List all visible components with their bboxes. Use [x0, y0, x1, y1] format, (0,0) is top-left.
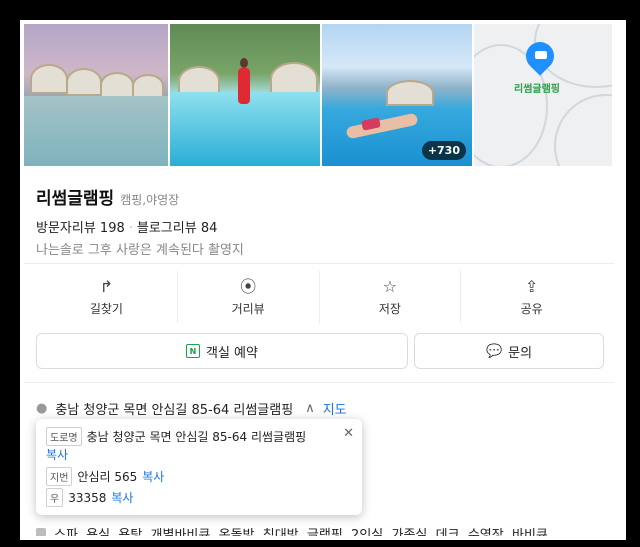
copy-zip-button[interactable]: 복사	[111, 489, 133, 506]
share-icon: ⇪	[524, 276, 539, 296]
place-description: 나는솔로 그후 사랑은 계속된다 촬영지	[36, 243, 244, 258]
address-row: ● 충남 청양군 목면 안심길 85-64 리썸글램핑 ∧ 지도	[36, 399, 347, 418]
naver-n-icon: N	[186, 344, 200, 358]
amenities-row: 스파, 욕실, 욕탕, 개별바비큐, 온돌방, 침대방, 글램핑, 2인실, 가…	[36, 524, 606, 540]
visitor-reviews-link[interactable]: 방문자리뷰 198	[36, 221, 125, 236]
streetview-icon: ⦿	[240, 276, 257, 296]
directions-icon: ↱	[99, 276, 114, 296]
photo-2[interactable]	[170, 24, 320, 166]
lot-address: 안심리 565	[77, 470, 138, 484]
road-address: 충남 청양군 목면 안심길 85-64 리썸글램핑	[86, 430, 307, 444]
mini-map[interactable]: 리썸글램핑	[474, 24, 612, 166]
divider	[24, 263, 614, 264]
photo-count-badge[interactable]: +730	[421, 141, 466, 160]
zip-tag: 우	[46, 488, 64, 507]
save-button[interactable]: ☆ 저장	[320, 271, 462, 323]
amenities-text: 스파, 욕실, 욕탕, 개별바비큐, 온돌방, 침대방, 글램핑, 2인실, 가…	[54, 528, 561, 540]
photo-3[interactable]: +730	[322, 24, 472, 166]
directions-button[interactable]: ↱ 길찾기	[36, 271, 178, 323]
address-summary[interactable]: 충남 청양군 목면 안심길 85-64 리썸글램핑	[55, 399, 293, 418]
copy-lot-address-button[interactable]: 복사	[142, 468, 164, 485]
room-reservation-button[interactable]: N 객실 예약	[36, 333, 408, 369]
address-popup: ✕ 도로명 충남 청양군 목면 안심길 85-64 리썸글램핑 복사 지번 안심…	[36, 419, 362, 515]
review-counts: 방문자리뷰 198 · 블로그리뷰 84	[36, 221, 218, 236]
title-row: 리썸글램핑 캠핑,야영장	[36, 184, 179, 209]
action-bar: ↱ 길찾기 ⦿ 거리뷰 ☆ 저장 ⇪ 공유	[36, 271, 602, 323]
place-title: 리썸글램핑	[36, 189, 115, 209]
place-category: 캠핑,야영장	[120, 193, 180, 207]
location-pin-icon: ●	[36, 401, 48, 416]
window-frame: +730 리썸글램핑 리썸글램핑 캠핑,야영장 방문자리뷰 198 · 블로그리뷰 …	[8, 8, 632, 540]
lot-address-tag: 지번	[46, 467, 73, 486]
chevron-up-icon[interactable]: ∧	[305, 401, 315, 416]
copy-road-address-button[interactable]: 복사	[46, 446, 68, 463]
photo-strip: +730 리썸글램핑	[24, 24, 614, 166]
inquiry-button[interactable]: 💬 문의	[414, 333, 604, 369]
zip-code: 33358	[68, 490, 107, 505]
chat-icon: 💬	[485, 343, 503, 359]
share-button[interactable]: ⇪ 공유	[461, 271, 602, 323]
road-address-tag: 도로명	[46, 427, 82, 446]
map-place-label: 리썸글램핑	[514, 84, 560, 95]
star-icon: ☆	[382, 276, 398, 296]
map-link[interactable]: 지도	[323, 399, 347, 418]
place-card: +730 리썸글램핑 리썸글램핑 캠핑,야영장 방문자리뷰 198 · 블로그리뷰 …	[24, 24, 614, 540]
close-icon[interactable]: ✕	[343, 426, 354, 441]
streetview-button[interactable]: ⦿ 거리뷰	[178, 271, 320, 323]
blog-reviews-link[interactable]: 블로그리뷰 84	[137, 221, 217, 236]
amenities-icon	[36, 528, 46, 536]
divider	[24, 382, 614, 383]
place-panel: +730 리썸글램핑 리썸글램핑 캠핑,야영장 방문자리뷰 198 · 블로그리뷰 …	[20, 20, 626, 540]
photo-1[interactable]	[24, 24, 168, 166]
